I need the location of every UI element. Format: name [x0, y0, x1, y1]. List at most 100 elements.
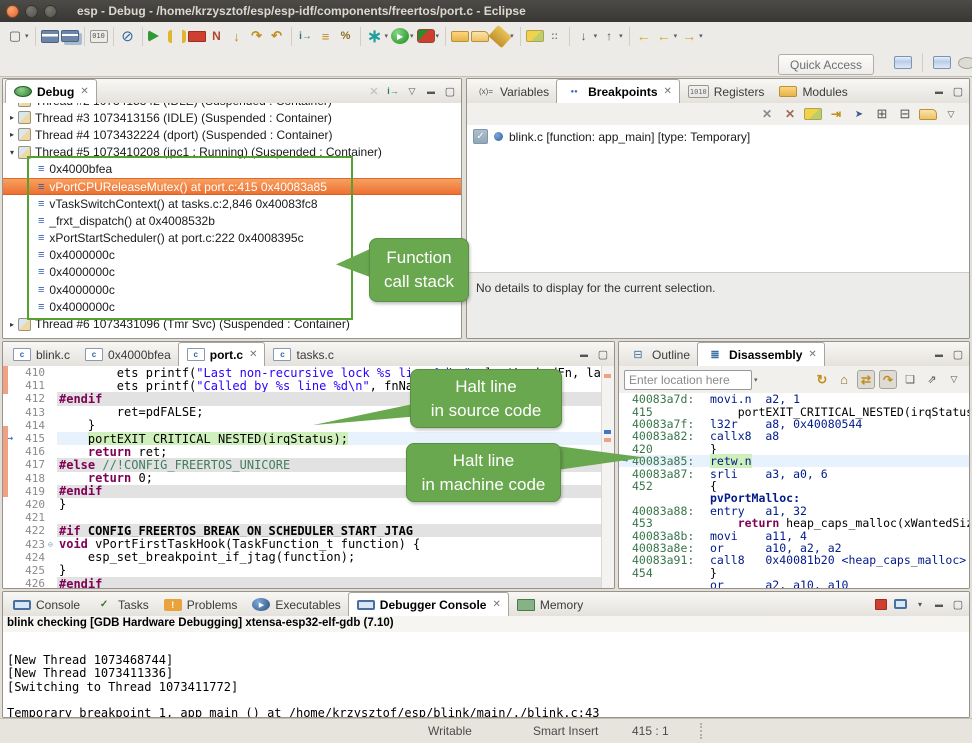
stack-frame-row[interactable]: ≡0x4000bfea	[3, 161, 461, 178]
terminate-icon[interactable]	[188, 31, 206, 42]
close-icon[interactable]: ✕	[664, 86, 672, 97]
link-with-debug-view-icon[interactable]: ➤	[850, 105, 868, 124]
tab-debug[interactable]: Debug ✕	[5, 79, 97, 103]
step-into-icon[interactable]: ↓	[228, 27, 246, 46]
open-element-icon[interactable]	[451, 31, 469, 42]
annotation-ruler[interactable]	[3, 564, 17, 577]
console-tab-console[interactable]: Console	[5, 593, 87, 616]
quick-access-button[interactable]: Quick Access	[778, 54, 874, 75]
console-tab-memory[interactable]: Memory	[509, 593, 590, 616]
group-by-icon[interactable]	[919, 109, 937, 120]
editor-tab-tasks-c[interactable]: ctasks.c	[265, 343, 340, 366]
refresh-icon[interactable]: ↻	[813, 370, 831, 389]
save-icon[interactable]	[41, 30, 59, 43]
debug-button-dropdown[interactable]: ▾	[385, 32, 389, 40]
disassembly-source-row[interactable]: 452{	[619, 480, 969, 492]
breakpoint-row[interactable]: ✓ blink.c [function: app_main] [type: Te…	[467, 125, 969, 148]
disassembly-source-row[interactable]: 454}	[619, 566, 969, 578]
disassembly-listing[interactable]: 40083a7d:movi.n a2, 1415 portEXIT_CRITIC…	[619, 393, 969, 588]
close-icon[interactable]: ✕	[492, 599, 500, 610]
console-tab-executables[interactable]: ▶Executables	[244, 593, 347, 616]
disassembly-instruction-row[interactable]: 40083a82:callx8 a8	[619, 430, 969, 442]
console-dropdown-icon[interactable]: ▾	[914, 595, 926, 614]
maximize-icon[interactable]: ▢	[952, 82, 964, 101]
annotation-properties-icon[interactable]: ::	[546, 27, 564, 46]
close-icon[interactable]: ✕	[249, 349, 257, 360]
breakpoint-checkbox[interactable]: ✓	[473, 129, 488, 144]
console-tab-problems[interactable]: !Problems	[156, 593, 245, 616]
go-to-file-for-breakpoint-icon[interactable]: ⇥	[827, 105, 845, 124]
maximize-icon[interactable]: ▢	[952, 345, 964, 364]
step-filters-icon[interactable]: %	[337, 27, 355, 46]
disassembly-instruction-row[interactable]: 40083a88:entry a1, 32	[619, 505, 969, 517]
twisty-icon[interactable]: ▾	[6, 148, 18, 157]
external-tools-button[interactable]	[417, 29, 435, 43]
previous-annotation-icon-dropdown[interactable]: ▾	[619, 32, 623, 40]
console-output[interactable]: [New Thread 1073468744][New Thread 10734…	[3, 633, 969, 717]
display-selected-console-icon[interactable]	[894, 599, 907, 609]
disassembly-instruction-row[interactable]: 40083a8e:or a10, a2, a2	[619, 542, 969, 554]
location-input[interactable]: Enter location here	[624, 370, 752, 390]
stack-frame-row[interactable]: ≡vTaskSwitchContext() at tasks.c:2,846 0…	[3, 195, 461, 212]
annotation-ruler[interactable]	[3, 392, 17, 405]
show-execution-point-icon[interactable]: ≡	[317, 27, 335, 46]
search-icon[interactable]	[488, 24, 511, 47]
breakpoints-tab-variables[interactable]: (x)=Variables	[469, 80, 556, 103]
twisty-icon[interactable]: ▸	[6, 130, 18, 139]
minimize-icon[interactable]: ▬	[425, 82, 437, 101]
minimize-icon[interactable]: ▬	[933, 345, 945, 364]
home-icon[interactable]: ⌂	[835, 370, 853, 389]
maximize-icon[interactable]: ▢	[597, 345, 609, 364]
breakpoints-tab-registers[interactable]: 1010Registers	[680, 80, 772, 103]
twisty-icon[interactable]: ▸	[6, 113, 18, 122]
code-line[interactable]: 426#endif	[3, 577, 614, 588]
run-button-dropdown[interactable]: ▾	[410, 32, 414, 40]
disassembly-tab-disassembly[interactable]: ≣Disassembly✕	[697, 342, 825, 366]
annotation-ruler[interactable]	[3, 524, 17, 537]
annotation-ruler[interactable]	[3, 551, 17, 564]
next-annotation-icon-dropdown[interactable]: ▾	[594, 32, 598, 40]
annotation-ruler[interactable]	[3, 537, 17, 550]
disassembly-source-row[interactable]: 420}	[619, 443, 969, 455]
debug-button[interactable]: ∗	[366, 27, 384, 46]
forward-icon-dropdown[interactable]: ▾	[699, 32, 703, 40]
thread-row[interactable]: ▸Thread #3 1073413156 (IDLE) (Suspended …	[3, 109, 461, 126]
maximize-icon[interactable]: ▢	[444, 82, 456, 101]
code-line[interactable]: 421	[3, 511, 614, 524]
code-line[interactable]: 424 esp_set_breakpoint_if_jtag(function)…	[3, 551, 614, 564]
code-line[interactable]: 422#if CONFIG_FREERTOS_BREAK_ON_SCHEDULE…	[3, 524, 614, 537]
open-perspective-icon[interactable]	[894, 56, 912, 69]
dis-view-menu-icon[interactable]: ▽	[945, 370, 963, 389]
remove-all-breakpoints-icon[interactable]: ✕	[781, 105, 799, 124]
disassembly-instruction-row[interactable]: pvPortMalloc:	[619, 492, 969, 504]
maximize-icon[interactable]: ▢	[952, 595, 964, 614]
disconnect-icon[interactable]: N	[208, 27, 226, 46]
back-icon-dropdown[interactable]: ▾	[674, 32, 678, 40]
window-minimize-button[interactable]	[25, 5, 38, 18]
window-close-button[interactable]	[6, 5, 19, 18]
annotation-ruler[interactable]	[3, 511, 17, 524]
mark-occurrences-icon[interactable]	[526, 30, 544, 42]
step-return-icon[interactable]: ↶	[268, 27, 286, 46]
window-maximize-button[interactable]	[44, 5, 57, 18]
code-line[interactable]: 423⊖void vPortFirstTaskHook(TaskFunction…	[3, 537, 614, 550]
previous-annotation-icon[interactable]: ↑	[600, 27, 618, 46]
disassembly-instruction-row[interactable]: or a2, a10, a10	[619, 579, 969, 588]
editor-tab-0x4000bfea[interactable]: c0x4000bfea	[77, 343, 178, 366]
bp-view-menu-icon[interactable]: ▽	[942, 105, 960, 124]
disassembly-instruction-row[interactable]: →40083a85:retw.n	[619, 455, 969, 467]
run-button[interactable]: ▶	[391, 28, 409, 44]
close-icon[interactable]: ✕	[80, 86, 88, 97]
show-breakpoint-types-icon[interactable]	[804, 108, 822, 120]
skip-all-breakpoints-icon[interactable]: ⊘	[119, 27, 137, 46]
annotation-ruler[interactable]	[3, 498, 17, 511]
new-wizard-icon[interactable]: ▢	[6, 27, 24, 46]
back-icon[interactable]: ←	[655, 27, 673, 46]
expand-all-icon[interactable]: ⊞	[873, 105, 891, 124]
console-tab-debugger-console[interactable]: Debugger Console✕	[348, 592, 509, 616]
track-expression-icon[interactable]: ↷	[879, 370, 897, 389]
open-new-view-icon[interactable]: ⇗	[923, 370, 941, 389]
minimize-icon[interactable]: ▬	[933, 82, 945, 101]
remove-breakpoint-icon[interactable]: ✕	[758, 105, 776, 124]
binary-file-icon[interactable]: 010	[90, 30, 108, 43]
